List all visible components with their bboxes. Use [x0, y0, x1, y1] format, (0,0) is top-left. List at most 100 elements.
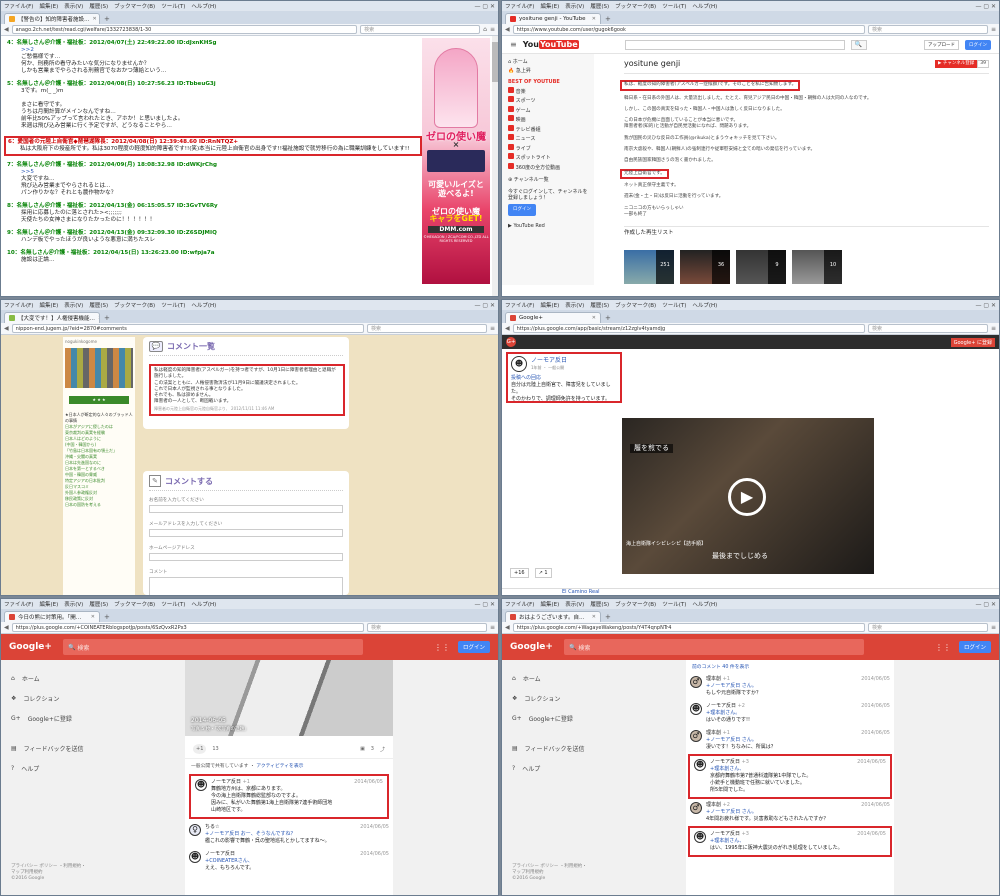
new-tab-icon[interactable]: + [104, 15, 110, 23]
tab-gplus[interactable]: Google+ ✕ [505, 312, 601, 323]
menu-file[interactable]: ファイル(F) [4, 600, 33, 608]
anime-ad-banner[interactable]: ゼロの使い魔 × 可愛いルイズと遊べるよ! ゼロの使い魔 キャラをGET! DM… [422, 38, 490, 284]
youtube-search-input[interactable] [624, 39, 845, 50]
plus-one-button[interactable]: +1 [193, 744, 207, 754]
menu-history[interactable]: 履歴(S) [590, 301, 609, 309]
menu-bookmarks[interactable]: ブックマーク(B) [114, 2, 155, 10]
login-button[interactable]: ログイン [958, 641, 991, 653]
show-more-comments[interactable]: 前のコメント 40 件を表示 [686, 660, 894, 673]
playlist-thumb[interactable]: 10 [792, 250, 842, 285]
tab-gplus[interactable]: 今日の熊に対策用。「開… ✕ [4, 611, 100, 622]
apps-grid-icon[interactable]: ⋮⋮ [935, 643, 951, 652]
search-box[interactable]: 検索 [867, 324, 988, 333]
menu-help[interactable]: ヘルプ(H) [191, 2, 216, 10]
search-box[interactable]: 検索 [366, 324, 487, 333]
share-button[interactable]: ↗ 1 [534, 568, 552, 578]
homepage-input[interactable] [149, 553, 343, 561]
name-input[interactable] [149, 505, 343, 513]
post-photo[interactable]: 2014-06-05 写真 5 枚・「次写真の話題」 [185, 660, 393, 736]
nav-home[interactable]: ⌂ ホーム [512, 668, 632, 688]
close-icon[interactable]: ✕ [93, 16, 97, 22]
sidebar-home[interactable]: ⌂ ホーム [508, 58, 588, 67]
menu-file[interactable]: ファイル(F) [4, 2, 33, 10]
back-icon[interactable]: ◀ [4, 624, 9, 631]
gplus-logo[interactable]: Google+ [9, 642, 59, 652]
back-icon[interactable]: ◀ [4, 26, 9, 33]
window-controls[interactable]: — ▢ ✕ [474, 601, 498, 608]
youtube-logo[interactable]: You YouTube [523, 40, 579, 49]
menu-view[interactable]: 表示(V) [64, 600, 83, 608]
menu-help[interactable]: ヘルプ(H) [191, 600, 216, 608]
author-name[interactable]: ノーモア反日 [531, 357, 567, 364]
window-controls[interactable]: — ▢ ✕ [474, 302, 498, 309]
close-icon[interactable]: ✕ [91, 614, 95, 620]
play-button-icon[interactable]: ▶ [728, 478, 766, 516]
gplus-search[interactable]: 🔍 検索 [63, 639, 363, 655]
avatar[interactable]: ☻ [189, 851, 201, 863]
menu-bookmarks[interactable]: ブックマーク(B) [114, 301, 155, 309]
menu-edit[interactable]: 編集(E) [39, 600, 58, 608]
menu-view[interactable]: 表示(V) [64, 2, 83, 10]
url-bar[interactable]: https://plus.google.com/app/basic/stream… [512, 324, 865, 333]
menu-file[interactable]: ファイル(F) [4, 301, 33, 309]
sidebar-gaming[interactable]: ゲーム [508, 105, 588, 116]
menu-edit[interactable]: 編集(E) [540, 600, 559, 608]
search-box[interactable]: 検索 [360, 25, 481, 34]
avatar[interactable]: ☻ [690, 703, 702, 715]
avatar[interactable]: ♂ [690, 802, 702, 814]
sidebar-spotlight[interactable]: スポットライト [508, 153, 588, 163]
youtube-login-button[interactable]: ログイン [965, 39, 991, 50]
plus-one-count[interactable]: +16 [510, 568, 529, 578]
sidebar-youtube-red[interactable]: ▶ YouTube Red [508, 222, 588, 231]
scrollbar[interactable] [492, 36, 498, 296]
back-icon[interactable]: ◀ [505, 325, 510, 332]
url-bar[interactable]: anago.2ch.net/test/read.cgi/welfare/1332… [11, 25, 358, 34]
menu-bookmarks[interactable]: ブックマーク(B) [615, 600, 656, 608]
nav-join[interactable]: G+ Google+に登録 [11, 708, 131, 728]
share-icon[interactable]: ⤴ [380, 746, 385, 753]
menu-edit[interactable]: 編集(E) [540, 301, 559, 309]
window-controls[interactable]: — ▢ ✕ [975, 601, 999, 608]
nav-collections[interactable]: ❖ コレクション [11, 688, 131, 708]
gplus-logo-icon[interactable]: G+ [506, 337, 516, 347]
back-icon[interactable]: ◀ [505, 624, 510, 631]
menu-history[interactable]: 履歴(S) [590, 600, 609, 608]
sidebar-login-button[interactable]: ログイン [508, 203, 536, 216]
menu-tools[interactable]: ツール(T) [161, 2, 185, 10]
nav-join[interactable]: G+ Google+に登録 [512, 708, 632, 728]
gplus-logo[interactable]: Google+ [510, 642, 560, 652]
nav-home[interactable]: ⌂ ホーム [11, 668, 131, 688]
sidebar-movies[interactable]: 映画 [508, 115, 588, 125]
youtube-search-button[interactable]: 🔍 [850, 39, 867, 50]
search-box[interactable]: 検索 [366, 623, 487, 632]
sidebar-channels[interactable]: ⊕ チャンネル一覧 [508, 176, 588, 185]
video-player[interactable]: 履を煎でる ▶ 海上自衛隊イシピレシピ【詰手順】 最後までしじめる [622, 418, 874, 574]
menu-icon[interactable]: ≡ [991, 624, 996, 631]
menu-icon[interactable]: ≡ [490, 325, 495, 332]
nav-help[interactable]: ? ヘルプ [11, 758, 131, 778]
playlist-thumb[interactable]: 251 [624, 250, 674, 285]
tab-youtube[interactable]: yositune genji - YouTube ✕ [505, 13, 601, 24]
sidebar-sports[interactable]: スポーツ [508, 96, 588, 106]
new-tab-icon[interactable]: + [104, 314, 110, 322]
sidebar-trending[interactable]: 🔥 急上昇 [508, 67, 588, 76]
menu-history[interactable]: 履歴(S) [89, 2, 108, 10]
sidebar-tv[interactable]: テレビ番組 [508, 124, 588, 135]
avatar[interactable]: ♀ [189, 824, 201, 836]
activity-link[interactable]: アクティビティを表示 [256, 764, 303, 769]
comment-textarea[interactable] [149, 577, 343, 595]
sidebar-news[interactable]: ニュース [508, 134, 588, 144]
tab-gplus[interactable]: おはようございます。自… ✕ [505, 611, 601, 622]
menu-icon[interactable]: ≡ [490, 26, 495, 33]
email-input[interactable] [149, 529, 343, 537]
close-icon[interactable]: ✕ [592, 315, 596, 321]
new-tab-icon[interactable]: + [605, 314, 611, 322]
upload-button[interactable]: アップロード [924, 39, 959, 50]
menu-view[interactable]: 表示(V) [64, 301, 83, 309]
menu-edit[interactable]: 編集(E) [540, 2, 559, 10]
close-icon[interactable]: ✕ [98, 315, 99, 321]
menu-tools[interactable]: ツール(T) [662, 301, 686, 309]
menu-history[interactable]: 履歴(S) [89, 600, 108, 608]
nav-feedback[interactable]: ▤ フィードバックを送信 [11, 738, 131, 758]
comment-icon[interactable]: ▣ [360, 746, 365, 752]
